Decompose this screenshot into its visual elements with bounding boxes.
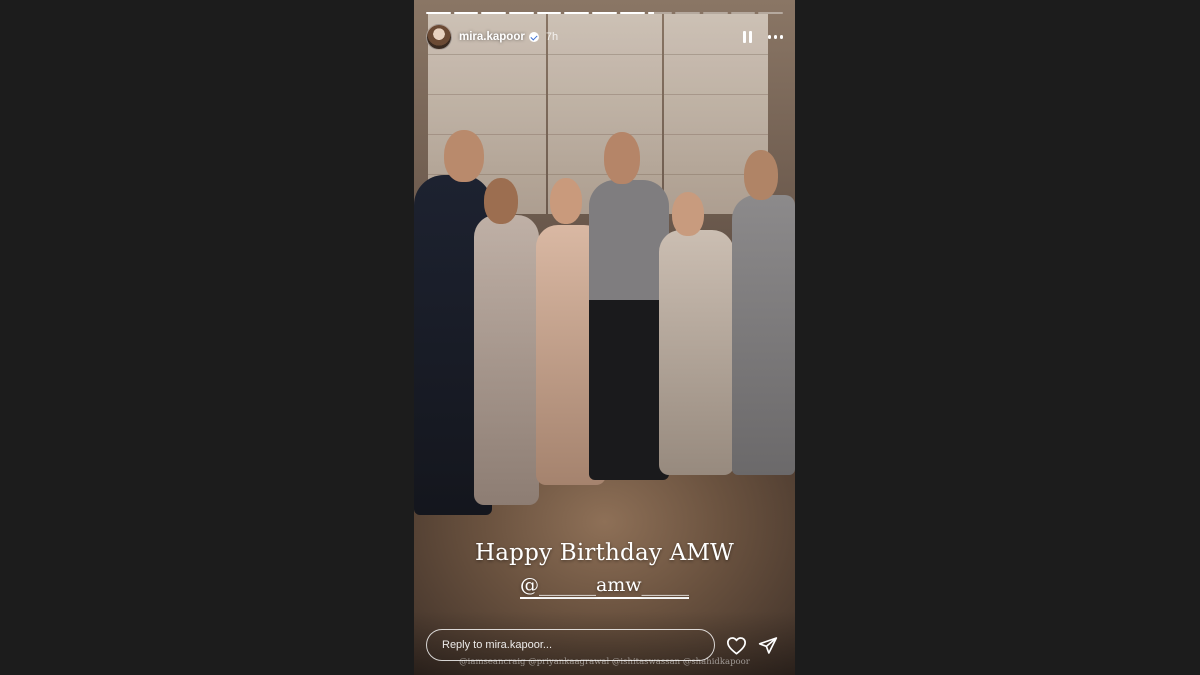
progress-fill (564, 12, 590, 14)
progress-fill (536, 12, 562, 14)
person-figure (589, 180, 669, 480)
tagged-handles: @iamseancraig @priyankaagrawal @ishitasw… (459, 657, 750, 667)
progress-segment (675, 12, 700, 14)
mention-text: @______amw_____ (519, 574, 690, 599)
avatar[interactable] (426, 24, 452, 50)
progress-segment (453, 12, 479, 14)
progress-fill (647, 12, 654, 14)
heart-icon[interactable] (726, 636, 747, 655)
person-figure (732, 195, 795, 475)
author-username[interactable]: mira.kapoor (459, 31, 525, 43)
progress-segment (758, 12, 783, 14)
story-progress-bar (426, 12, 783, 14)
progress-segment (426, 12, 451, 14)
more-icon[interactable] (767, 35, 783, 39)
person-figure (474, 215, 539, 505)
progress-fill (426, 12, 451, 14)
person-head (484, 178, 518, 224)
story-header: mira.kapoor 7h (426, 24, 783, 50)
verified-badge-icon (528, 32, 539, 42)
progress-segment (509, 12, 534, 14)
person-head (550, 178, 582, 224)
progress-fill (453, 12, 479, 14)
story-viewer[interactable]: mira.kapoor 7h Happy Birthday AMW @_____… (414, 0, 795, 675)
progress-segment (481, 12, 507, 14)
progress-fill (481, 12, 507, 14)
progress-segment (730, 12, 756, 14)
person-head (744, 150, 778, 200)
pause-icon[interactable] (742, 31, 754, 43)
progress-segment (647, 12, 673, 14)
story-caption: Happy Birthday AMW (475, 540, 734, 566)
person-head (604, 132, 640, 184)
progress-segment (564, 12, 590, 14)
progress-fill (619, 12, 645, 14)
progress-fill (592, 12, 617, 14)
send-icon[interactable] (758, 636, 778, 655)
person-head (672, 192, 704, 236)
progress-segment (702, 12, 728, 14)
person-head (444, 130, 484, 182)
post-time: 7h (545, 31, 559, 43)
progress-segment (592, 12, 617, 14)
progress-segment (536, 12, 562, 14)
progress-segment (619, 12, 645, 14)
person-figure (659, 230, 734, 475)
progress-fill (509, 12, 534, 14)
mention-sticker[interactable]: @______amw_____ (414, 574, 795, 599)
